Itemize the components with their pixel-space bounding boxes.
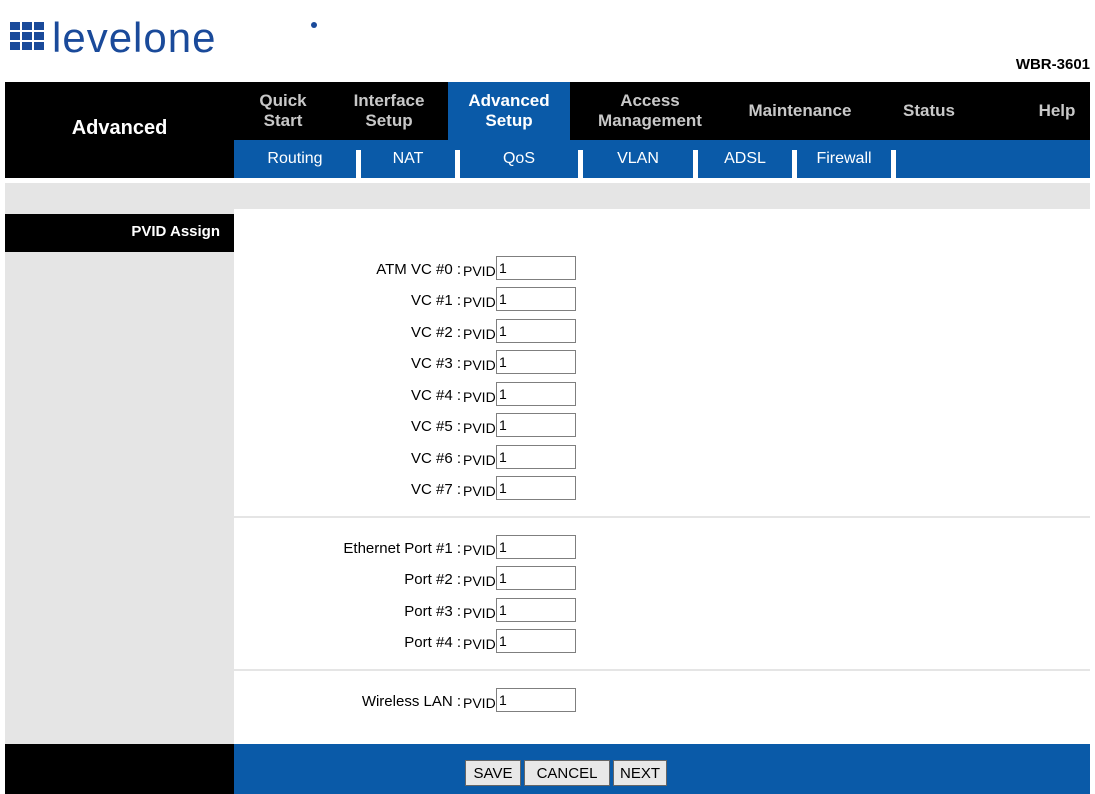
nav-label: Maintenance bbox=[748, 101, 852, 120]
atm-vc-5-pvid-input[interactable] bbox=[496, 413, 576, 437]
atm-vc-7-pvid-input[interactable] bbox=[496, 476, 576, 500]
nav-label: Setup bbox=[485, 111, 533, 130]
nav-advanced-setup[interactable]: Advanced Setup bbox=[448, 82, 570, 140]
sub-nav: Routing NAT QoS VLAN ADSL Firewall bbox=[234, 140, 1090, 178]
pvid-label: PVID bbox=[463, 452, 496, 468]
pvid-label: PVID bbox=[463, 483, 496, 499]
atm-vc-4-pvid-input[interactable] bbox=[496, 382, 576, 406]
eth-port-4-pvid-input[interactable] bbox=[496, 629, 576, 653]
atm-vc-3-label: VC #3 : bbox=[410, 355, 461, 372]
atm-vc-4-label: VC #4 : bbox=[410, 387, 461, 404]
brand-logo-text: levelone bbox=[52, 14, 217, 61]
atm-vc-6-label: VC #6 : bbox=[410, 450, 461, 467]
nav-label: Setup bbox=[365, 111, 413, 130]
eth-port-1-label: Ethernet Port #1 : bbox=[343, 540, 461, 557]
atm-vc-6-pvid-input[interactable] bbox=[496, 445, 576, 469]
atm-vc-1-pvid-input[interactable] bbox=[496, 287, 576, 311]
spacer-band bbox=[5, 183, 1090, 209]
atm-vc-2-pvid-input[interactable] bbox=[496, 319, 576, 343]
save-button[interactable]: SAVE bbox=[465, 760, 521, 786]
levelone-logo-icon bbox=[10, 22, 44, 50]
nav-label: Start bbox=[263, 111, 303, 130]
nav-quick-start[interactable]: Quick Start bbox=[234, 82, 332, 140]
subnav-divider bbox=[891, 150, 896, 178]
nav-label: Access bbox=[620, 91, 680, 110]
atm-vc-3-pvid-input[interactable] bbox=[496, 350, 576, 374]
pvid-label: PVID bbox=[463, 573, 496, 589]
subnav-routing[interactable]: Routing bbox=[234, 140, 356, 178]
atm-vc-2-label: VC #2 : bbox=[410, 324, 461, 341]
nav-access-management[interactable]: Access Management bbox=[576, 82, 724, 140]
eth-port-2-pvid-input[interactable] bbox=[496, 566, 576, 590]
wireless-lan-label: Wireless LAN : bbox=[361, 693, 461, 710]
registered-mark-icon bbox=[311, 22, 317, 28]
nav-label: Help bbox=[1038, 101, 1076, 120]
nav-label: Advanced bbox=[468, 91, 550, 110]
pvid-label: PVID bbox=[463, 695, 496, 711]
subnav-adsl[interactable]: ADSL bbox=[698, 140, 792, 178]
nav-label: Status bbox=[903, 101, 955, 120]
pvid-label: PVID bbox=[463, 542, 496, 558]
pvid-label: PVID bbox=[463, 294, 496, 310]
eth-port-2-label: Port #2 : bbox=[404, 571, 461, 588]
subnav-nat[interactable]: NAT bbox=[361, 140, 455, 178]
pvid-label: PVID bbox=[463, 326, 496, 342]
section-title: Advanced bbox=[71, 117, 168, 139]
atm-vc-5-label: VC #5 : bbox=[410, 418, 461, 435]
nav-label: Interface bbox=[353, 91, 425, 110]
pvid-label: PVID bbox=[463, 389, 496, 405]
atm-vc-7-label: VC #7 : bbox=[410, 481, 461, 498]
pvid-label: PVID bbox=[463, 357, 496, 373]
pvid-label: PVID bbox=[463, 420, 496, 436]
eth-port-3-label: Port #3 : bbox=[404, 603, 461, 620]
sidebar-title: PVID Assign bbox=[131, 223, 220, 240]
nav-label: Quick bbox=[259, 91, 307, 110]
footer-left-panel bbox=[5, 744, 234, 794]
next-button[interactable]: NEXT bbox=[613, 760, 667, 786]
subnav-vlan[interactable]: VLAN bbox=[583, 140, 693, 178]
nav-help[interactable]: Help bbox=[1024, 82, 1090, 140]
atm-vc-0-label: ATM VC #0 : bbox=[376, 261, 461, 278]
wireless-lan-pvid-input[interactable] bbox=[496, 688, 576, 712]
main-nav: Quick Start Interface Setup Advanced Setup … bbox=[234, 82, 1090, 140]
model-number: WBR-3601 bbox=[1015, 56, 1090, 73]
cancel-button[interactable]: CANCEL bbox=[524, 760, 610, 786]
subnav-firewall[interactable]: Firewall bbox=[797, 140, 891, 178]
atm-vc-0-pvid-input[interactable] bbox=[496, 256, 576, 280]
nav-interface-setup[interactable]: Interface Setup bbox=[332, 82, 446, 140]
subnav-qos[interactable]: QoS bbox=[460, 140, 578, 178]
nav-status[interactable]: Status bbox=[884, 82, 974, 140]
atm-vc-1-label: VC #1 : bbox=[410, 292, 461, 309]
nav-label: Management bbox=[598, 111, 702, 130]
eth-port-4-label: Port #4 : bbox=[404, 634, 461, 651]
section-divider bbox=[234, 516, 1090, 518]
eth-port-3-pvid-input[interactable] bbox=[496, 598, 576, 622]
pvid-label: PVID bbox=[463, 263, 496, 279]
pvid-label: PVID bbox=[463, 605, 496, 621]
sidebar bbox=[5, 209, 234, 744]
pvid-label: PVID bbox=[463, 636, 496, 652]
section-divider bbox=[234, 669, 1090, 671]
nav-maintenance[interactable]: Maintenance bbox=[730, 82, 870, 140]
eth-port-1-pvid-input[interactable] bbox=[496, 535, 576, 559]
